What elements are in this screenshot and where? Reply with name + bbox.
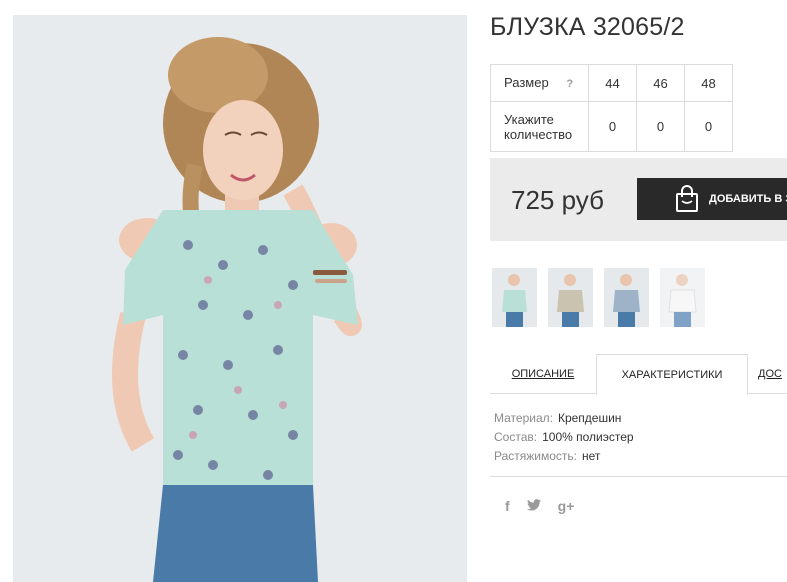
spec-composition: Состав: 100% полиэстер <box>494 430 634 444</box>
tab-delivery[interactable]: ДОС <box>758 354 787 394</box>
size-48: 48 <box>684 64 733 102</box>
size-label-cell: Размер ? <box>490 64 589 102</box>
thumbnail-4[interactable] <box>660 268 705 327</box>
size-quantity-table: Размер ? 44 46 48 Укажите количество 0 0… <box>490 64 733 152</box>
thumbnail-2[interactable] <box>548 268 593 327</box>
quantity-label-cell: Укажите количество <box>490 101 589 152</box>
google-plus-icon[interactable]: g+ <box>558 498 575 514</box>
product-tabs: ОПИСАНИЕ ХАРАКТЕРИСТИКИ ДОС <box>490 354 787 395</box>
thumbnail-gallery <box>492 268 705 327</box>
spec-stretch: Растяжимость: нет <box>494 449 601 463</box>
section-divider <box>490 476 787 477</box>
quantity-input-46[interactable]: 0 <box>636 101 685 152</box>
thumbnail-1[interactable] <box>492 268 537 327</box>
shopping-bag-icon <box>676 185 698 212</box>
social-share: f g+ <box>505 498 574 514</box>
price-box: 725 руб ДОБАВИТЬ В З <box>490 158 787 241</box>
quantity-label-line2: количество <box>504 126 573 142</box>
characteristics-list: Материал: Крепдешин Состав: 100% полиэстер… <box>494 409 634 466</box>
tab-description[interactable]: ОПИСАНИЕ <box>490 354 596 394</box>
spec-material: Материал: Крепдешин <box>494 411 622 425</box>
twitter-icon[interactable] <box>526 498 541 514</box>
product-title: БЛУЗКА 32065/2 <box>490 13 685 41</box>
facebook-icon[interactable]: f <box>505 498 510 514</box>
quantity-input-44[interactable]: 0 <box>588 101 637 152</box>
size-label: Размер <box>504 74 549 90</box>
product-main-photo[interactable] <box>13 15 467 582</box>
thumbnail-3[interactable] <box>604 268 649 327</box>
product-price: 725 руб <box>511 185 604 215</box>
add-to-cart-label: ДОБАВИТЬ В З <box>709 193 787 205</box>
size-46: 46 <box>636 64 685 102</box>
size-help-icon[interactable]: ? <box>566 77 573 92</box>
quantity-label-line1: Укажите <box>504 111 554 127</box>
quantity-input-48[interactable]: 0 <box>684 101 733 152</box>
size-44: 44 <box>588 64 637 102</box>
add-to-cart-button[interactable]: ДОБАВИТЬ В З <box>637 178 787 220</box>
model-illustration <box>13 15 467 582</box>
tab-characteristics[interactable]: ХАРАКТЕРИСТИКИ <box>596 354 748 395</box>
